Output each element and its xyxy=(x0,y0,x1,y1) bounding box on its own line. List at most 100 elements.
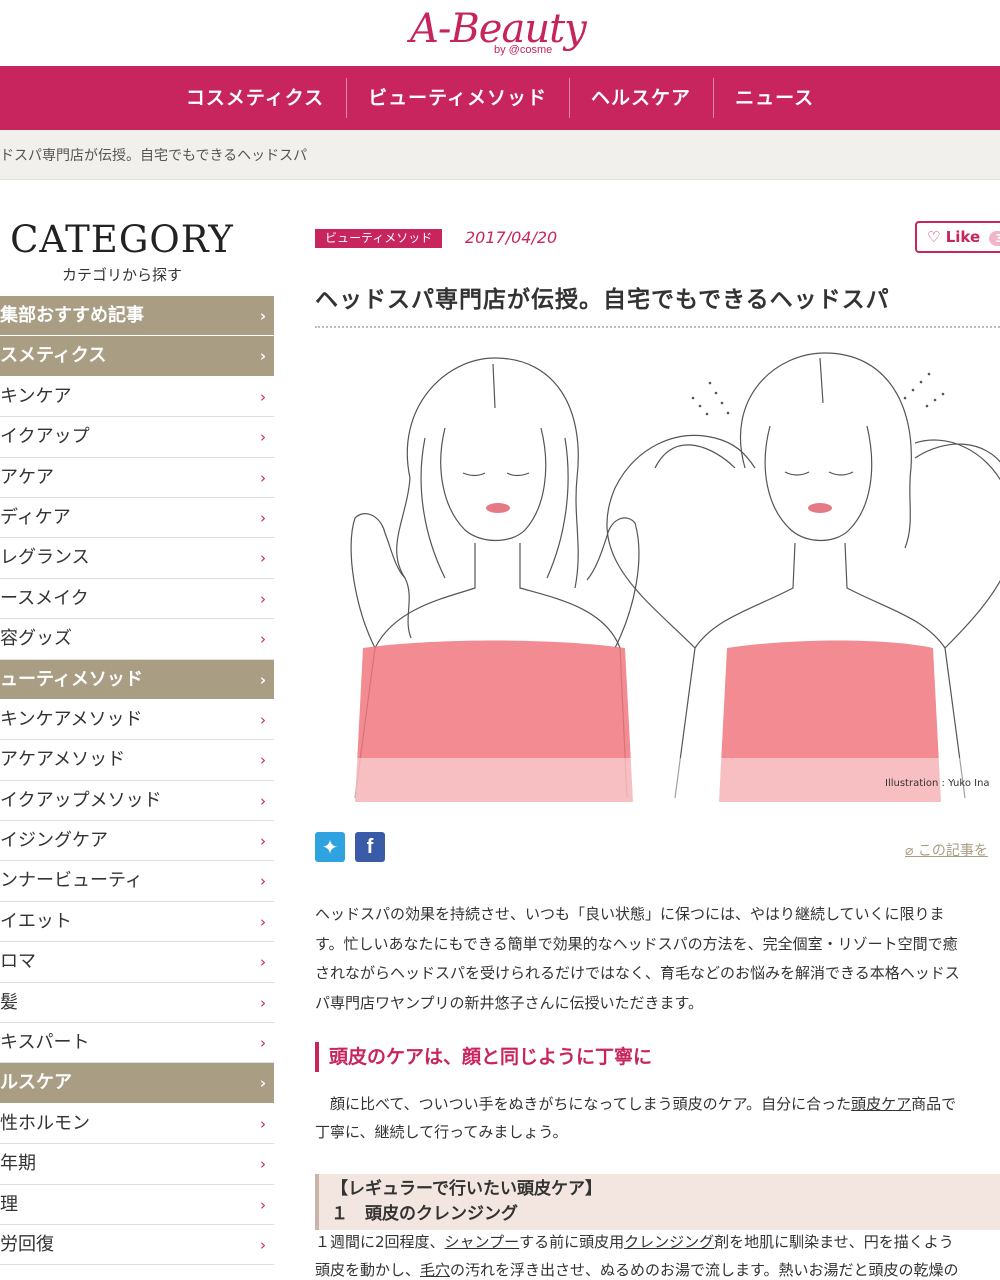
sidebar-item[interactable]: ディケア › xyxy=(0,498,274,539)
sidebar-item[interactable]: イクアップメソッド › xyxy=(0,781,274,822)
nav-cosmetics[interactable]: コスメティクス xyxy=(164,66,346,130)
sidebar-item-label: 労回復 xyxy=(0,1233,54,1255)
sidebar-item-label: レグランス xyxy=(0,547,90,569)
chevron-right-icon: › xyxy=(260,549,266,568)
like-button[interactable]: ♡ Like 3 xyxy=(915,221,1000,253)
section-heading: 頭皮のケアは、顔と同じように丁寧に xyxy=(315,1042,652,1072)
chevron-right-icon: › xyxy=(260,1155,266,1174)
chevron-right-icon: › xyxy=(260,751,266,770)
sidebar-item[interactable]: イエット › xyxy=(0,902,274,943)
like-label: Like xyxy=(945,228,981,246)
tip-box: 【レギュラーで行いたい頭皮ケア】 １ 頭皮のクレンジング xyxy=(315,1174,1000,1230)
sidebar-item-label: キスパート xyxy=(0,1032,90,1054)
sidebar-category-header[interactable]: ューティメソッド › xyxy=(0,659,274,700)
clip-article-link[interactable]: ⌀ この記事を xyxy=(905,840,988,860)
chevron-right-icon: › xyxy=(260,589,266,608)
facebook-share-button[interactable]: f xyxy=(355,832,385,862)
sidebar-item[interactable]: ースメイク › xyxy=(0,579,274,620)
chevron-right-icon: › xyxy=(260,630,266,649)
sidebar-item[interactable]: 理 › xyxy=(0,1185,274,1225)
sidebar-item[interactable]: 髪 › xyxy=(0,983,274,1024)
category-menu: 集部おすすめ記事 › スメティクス › キンケア › イクアップ › アケア › ディケア › レグラン… xyxy=(0,296,274,1266)
sidebar-item[interactable]: キンケア › xyxy=(0,377,274,418)
category-badge[interactable]: ビューティメソッド xyxy=(315,229,443,248)
sidebar-item[interactable]: ロマ › xyxy=(0,942,274,983)
sidebar-item-label: ディケア xyxy=(0,506,71,528)
sidebar-item-label: 髪 xyxy=(0,991,18,1013)
nav-beauty-method[interactable]: ビューティメソッド xyxy=(346,66,569,130)
sidebar-item[interactable]: レグランス › xyxy=(0,538,274,579)
chevron-right-icon: › xyxy=(259,347,266,366)
chevron-right-icon: › xyxy=(260,1195,266,1214)
illustration-image xyxy=(315,352,1000,802)
facebook-icon: f xyxy=(366,836,374,858)
category-sidebar: CATEGORY カテゴリから探す 集部おすすめ記事 › スメティクス › キンケア › イ… xyxy=(0,220,274,1266)
site-header: A-Beauty by @cosme xyxy=(0,0,1000,66)
shampoo-link[interactable]: シャンプー xyxy=(445,1233,520,1251)
main-nav: コスメティクス ビューティメソッド ヘルスケア ニュース xyxy=(0,66,1000,130)
nav-news[interactable]: ニュース xyxy=(713,66,836,130)
sidebar-category-header[interactable]: スメティクス › xyxy=(0,336,274,377)
sidebar-item-label: ューティメソッド xyxy=(0,668,143,690)
sidebar-item[interactable]: 労回復 › xyxy=(0,1225,274,1266)
tip-box-title: 【レギュラーで行いたい頭皮ケア】 xyxy=(331,1179,602,1199)
heart-icon: ♡ xyxy=(927,228,941,246)
sidebar-item-label: イジングケア xyxy=(0,830,108,852)
twitter-share-button[interactable]: ✦ xyxy=(315,832,345,862)
chevron-right-icon: › xyxy=(260,428,266,447)
sidebar-category-header[interactable]: ルスケア › xyxy=(0,1063,274,1104)
sidebar-item-label: 集部おすすめ記事 xyxy=(0,305,144,326)
sidebar-item-label: スメティクス xyxy=(0,345,107,367)
sidebar-item[interactable]: 性ホルモン › xyxy=(0,1104,274,1145)
sidebar-item[interactable]: アケアメソッド › xyxy=(0,740,274,781)
sidebar-category-header[interactable]: 集部おすすめ記事 › xyxy=(0,296,274,337)
nav-healthcare[interactable]: ヘルスケア xyxy=(569,66,713,130)
sidebar-item[interactable]: アケア › xyxy=(0,458,274,498)
article-meta: ビューティメソッド 2017/04/20 ♡ Like 3 xyxy=(315,220,1000,253)
sidebar-item[interactable]: 年期 › xyxy=(0,1144,274,1185)
sidebar-item[interactable]: キンケアメソッド › xyxy=(0,700,274,741)
section-paragraph: 顔に比べて、ついつい手をぬきがちになってしまう頭皮のケア。自分に合った頭皮ケア商… xyxy=(315,1090,956,1146)
breadcrumb: ドスパ専門店が伝授。自宅でもできるヘッドスパ xyxy=(0,148,308,164)
article-title: ヘッドスパ専門店が伝授。自宅でもできるヘッドスパ xyxy=(315,280,1000,328)
paragraph-text: １週間に2回程度、 xyxy=(315,1233,445,1251)
sidebar-item-label: キンケア xyxy=(0,385,72,407)
paragraph-text: の汚れを浮き出させ、ぬるめのお湯で流します。熱いお湯だと頭皮の乾燥の xyxy=(450,1261,959,1279)
paragraph-text: 剤を地肌に馴染ませ、円を描くよう xyxy=(714,1233,954,1251)
sidebar-item[interactable]: ンナービューティ › xyxy=(0,861,274,902)
intro-paragraph: ヘッドスパの効果を持続させ、いつも「良い状態」に保つには、やはり継続していくに限… xyxy=(315,900,1000,1018)
chevron-right-icon: › xyxy=(260,508,266,527)
chevron-right-icon: › xyxy=(260,710,266,729)
pores-link[interactable]: 毛穴 xyxy=(420,1261,450,1279)
chevron-right-icon: › xyxy=(260,468,266,487)
sidebar-item-label: 容グッズ xyxy=(0,628,72,650)
category-subtitle: カテゴリから探す xyxy=(61,266,182,284)
paragraph-text: 頭皮を動かし、 xyxy=(315,1261,421,1279)
paperclip-icon: ⌀ xyxy=(905,843,918,859)
illustration-credit: Illustration : Yuko Ina xyxy=(885,778,990,789)
share-bar: ✦ f ⌀ この記事を xyxy=(315,832,1000,864)
twitter-icon: ✦ xyxy=(321,835,339,859)
sidebar-item-label: アケアメソッド xyxy=(0,749,126,771)
intro-line: されながらヘッドスパを受けられるだけではなく、育毛などのお悩みを解消できる本格ヘ… xyxy=(315,964,960,982)
sidebar-item-label: ンナービューティ xyxy=(0,870,143,892)
sidebar-item-label: ースメイク xyxy=(0,587,89,609)
article: ビューティメソッド 2017/04/20 ♡ Like 3 ヘッドスパ専門店が伝… xyxy=(315,220,1000,1279)
chevron-right-icon: › xyxy=(260,993,266,1012)
chevron-right-icon: › xyxy=(260,832,266,851)
hair-care-link[interactable]: 頭皮ケア xyxy=(851,1095,911,1113)
sidebar-item[interactable]: イジングケア › xyxy=(0,821,274,862)
chevron-right-icon: › xyxy=(260,953,266,972)
sidebar-item[interactable]: イクアップ › xyxy=(0,417,274,458)
sidebar-item-label: 理 xyxy=(0,1193,18,1215)
sidebar-item-label: ルスケア xyxy=(0,1072,72,1094)
intro-line: ヘッドスパの効果を持続させ、いつも「良い状態」に保つには、やはり継続していくに限… xyxy=(315,905,945,923)
sidebar-item[interactable]: キスパート › xyxy=(0,1023,274,1064)
sidebar-item-label: ロマ xyxy=(0,951,36,973)
paragraph-text: 丁寧に、継続して行ってみましょう。 xyxy=(315,1123,568,1141)
chevron-right-icon: › xyxy=(260,1034,266,1053)
chevron-right-icon: › xyxy=(260,1235,266,1254)
sidebar-item[interactable]: 容グッズ › xyxy=(0,619,274,660)
cleansing-paragraph: １週間に2回程度、シャンプーする前に頭皮用クレンジング剤を地肌に馴染ませ、円を描… xyxy=(315,1228,959,1280)
cleansing-link[interactable]: クレンジング xyxy=(624,1233,714,1251)
